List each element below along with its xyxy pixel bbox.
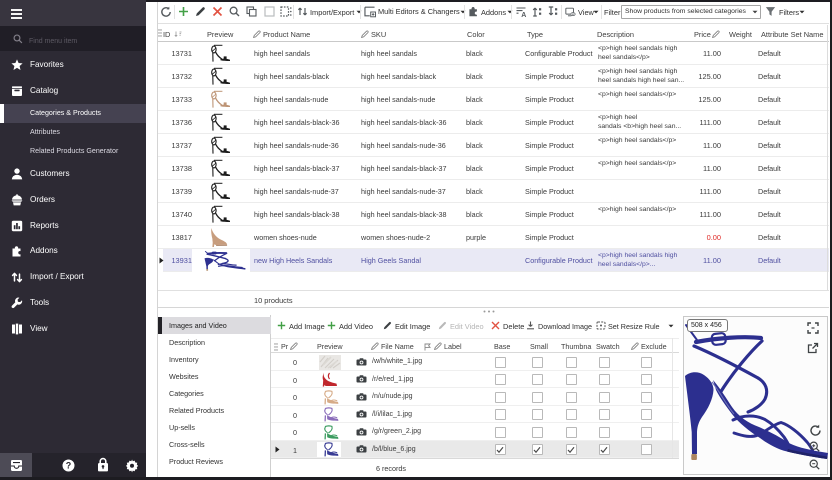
svg-text:?: ? (66, 461, 72, 471)
svg-text:A: A (521, 12, 526, 19)
